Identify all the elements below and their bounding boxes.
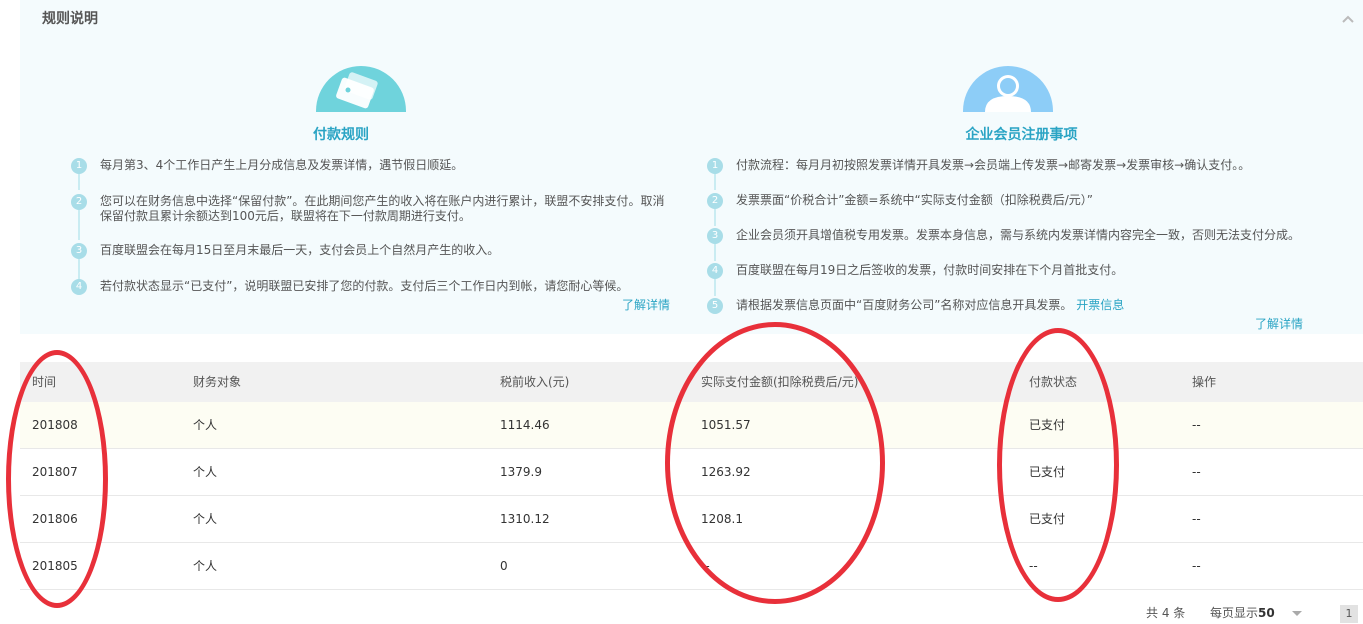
step-text: 若付款状态显示“已支付”，说明联盟已安排了您的付款。支付后三个工作日内到帐，请您… xyxy=(100,279,629,293)
enterprise-rules-heading: 企业会员注册事项 xyxy=(965,127,1078,143)
enterprise-step: 5 请根据发票信息页面中“百度财务公司”名称对应信息开具发票。 开票信息 xyxy=(704,298,1344,314)
enterprise-step: 1 付款流程：每月月初按照发票详情开具发票→会员端上传发票→邮寄发票→发票审核→… xyxy=(704,158,1344,174)
step-text: 企业会员须开具增值税专用发票。发票本身信息，需与系统内发票详情内容完全一致，否则… xyxy=(736,228,1301,242)
table-cell: -- xyxy=(1192,465,1201,479)
rules-panel: 规则说明 付款规则 1 每月第3、4个工作日产生上月分成信息及发票详情，遇节假日… xyxy=(20,0,1363,334)
table-cell: 201807 xyxy=(32,465,78,479)
table-cell: 1051.57 xyxy=(701,418,751,432)
table-cell: -- xyxy=(1192,512,1201,526)
table-cell: 已支付 xyxy=(1029,418,1066,432)
step-text: 百度联盟在每月19日之后签收的发票，付款时间安排在下个月首批支付。 xyxy=(736,263,1124,277)
payment-step: 3 百度联盟会在每月15日至月末最后一天，支付会员上个自然月产生的收入。 xyxy=(68,243,672,259)
column-header: 税前收入(元) xyxy=(500,375,570,389)
enterprise-details-link[interactable]: 了解详情 xyxy=(1255,315,1303,332)
rules-title: 规则说明 xyxy=(42,11,98,27)
table-cell: 已支付 xyxy=(1029,512,1066,526)
step-text: 每月第3、4个工作日产生上月分成信息及发票详情，遇节假日顺延。 xyxy=(100,158,464,172)
payment-rules-heading: 付款规则 xyxy=(313,127,369,143)
table-header: 时间 财务对象 税前收入(元) 实际支付金额(扣除税费后/元) 付款状态 操作 xyxy=(20,362,1363,402)
step-text: 发票票面“价税合计”金额=系统中“实际支付金额（扣除税费后/元）” xyxy=(736,193,1093,207)
table-cell: 1379.9 xyxy=(500,465,542,479)
step-number: 4 xyxy=(707,263,723,279)
user-avatar-icon xyxy=(963,66,1053,112)
table-row[interactable]: 201805 个人 0 -- -- -- xyxy=(20,543,1363,590)
table-row[interactable]: 201806 个人 1310.12 1208.1 已支付 -- xyxy=(20,496,1363,543)
payment-step: 2 您可以在财务信息中选择“保留付款”。在此期间您产生的收入将在账户内进行累计，… xyxy=(68,194,672,224)
column-header: 操作 xyxy=(1192,375,1217,389)
step-text: 百度联盟会在每月15日至月末最后一天，支付会员上个自然月产生的收入。 xyxy=(100,243,500,257)
table-cell: -- xyxy=(1029,559,1038,573)
table-cell: 1263.92 xyxy=(701,465,751,479)
table-cell: -- xyxy=(1192,559,1201,573)
page-button[interactable]: 1 xyxy=(1340,605,1358,623)
page-size-value: 50 xyxy=(1258,606,1275,620)
enterprise-step: 4 百度联盟在每月19日之后签收的发票，付款时间安排在下个月首批支付。 xyxy=(704,263,1344,279)
table-cell: 1114.46 xyxy=(500,418,550,432)
payment-table: 时间 财务对象 税前收入(元) 实际支付金额(扣除税费后/元) 付款状态 操作 … xyxy=(20,362,1363,590)
step-number: 2 xyxy=(707,193,723,209)
step-number: 1 xyxy=(71,158,87,174)
column-header: 财务对象 xyxy=(193,375,242,389)
table-cell: 1310.12 xyxy=(500,512,550,526)
step-text: 您可以在财务信息中选择“保留付款”。在此期间您产生的收入将在账户内进行累计，联盟… xyxy=(100,194,665,223)
table-cell: 已支付 xyxy=(1029,465,1066,479)
chevron-up-icon[interactable] xyxy=(1341,12,1355,26)
step-number: 5 xyxy=(707,298,723,314)
pager-total: 共 4 条 xyxy=(1146,606,1186,620)
payment-details-link[interactable]: 了解详情 xyxy=(622,296,670,313)
table-cell: 201805 xyxy=(32,559,78,573)
table-row[interactable]: 201807 个人 1379.9 1263.92 已支付 -- xyxy=(20,449,1363,496)
table-row[interactable]: 201808 个人 1114.46 1051.57 已支付 -- xyxy=(20,402,1363,449)
enterprise-step: 3 企业会员须开具增值税专用发票。发票本身信息，需与系统内发票详情内容完全一致，… xyxy=(704,228,1344,244)
table-cell: -- xyxy=(1192,418,1201,432)
table-cell: 个人 xyxy=(193,418,218,432)
table-cell: 1208.1 xyxy=(701,512,743,526)
column-header: 时间 xyxy=(32,375,57,389)
table-cell: -- xyxy=(701,559,710,573)
table-cell: 201808 xyxy=(32,418,78,432)
payment-step: 4 若付款状态显示“已支付”，说明联盟已安排了您的付款。支付后三个工作日内到帐，… xyxy=(68,279,672,295)
table-cell: 个人 xyxy=(193,512,218,526)
step-text: 付款流程：每月月初按照发票详情开具发票→会员端上传发票→邮寄发票→发票审核→确认… xyxy=(736,158,1251,172)
step-number: 4 xyxy=(71,279,87,295)
enterprise-step: 2 发票票面“价税合计”金额=系统中“实际支付金额（扣除税费后/元）” xyxy=(704,193,1344,209)
payment-tag-icon xyxy=(316,66,406,112)
step-text: 请根据发票信息页面中“百度财务公司”名称对应信息开具发票。 xyxy=(736,298,1073,312)
column-header: 实际支付金额(扣除税费后/元) xyxy=(701,375,859,389)
step-number: 2 xyxy=(71,194,87,210)
invoice-info-link[interactable]: 开票信息 xyxy=(1076,298,1124,312)
table-cell: 0 xyxy=(500,559,508,573)
table-cell: 个人 xyxy=(193,465,218,479)
page-size-label: 每页显示 xyxy=(1210,606,1259,620)
chevron-down-icon[interactable] xyxy=(1292,611,1302,616)
step-number: 3 xyxy=(707,228,723,244)
column-header: 付款状态 xyxy=(1029,375,1078,389)
step-number: 1 xyxy=(707,158,723,174)
table-cell: 201806 xyxy=(32,512,78,526)
page-size-select[interactable]: 每页显示50 xyxy=(1210,604,1275,624)
step-number: 3 xyxy=(71,243,87,259)
table-cell: 个人 xyxy=(193,559,218,573)
payment-step: 1 每月第3、4个工作日产生上月分成信息及发票详情，遇节假日顺延。 xyxy=(68,158,672,174)
